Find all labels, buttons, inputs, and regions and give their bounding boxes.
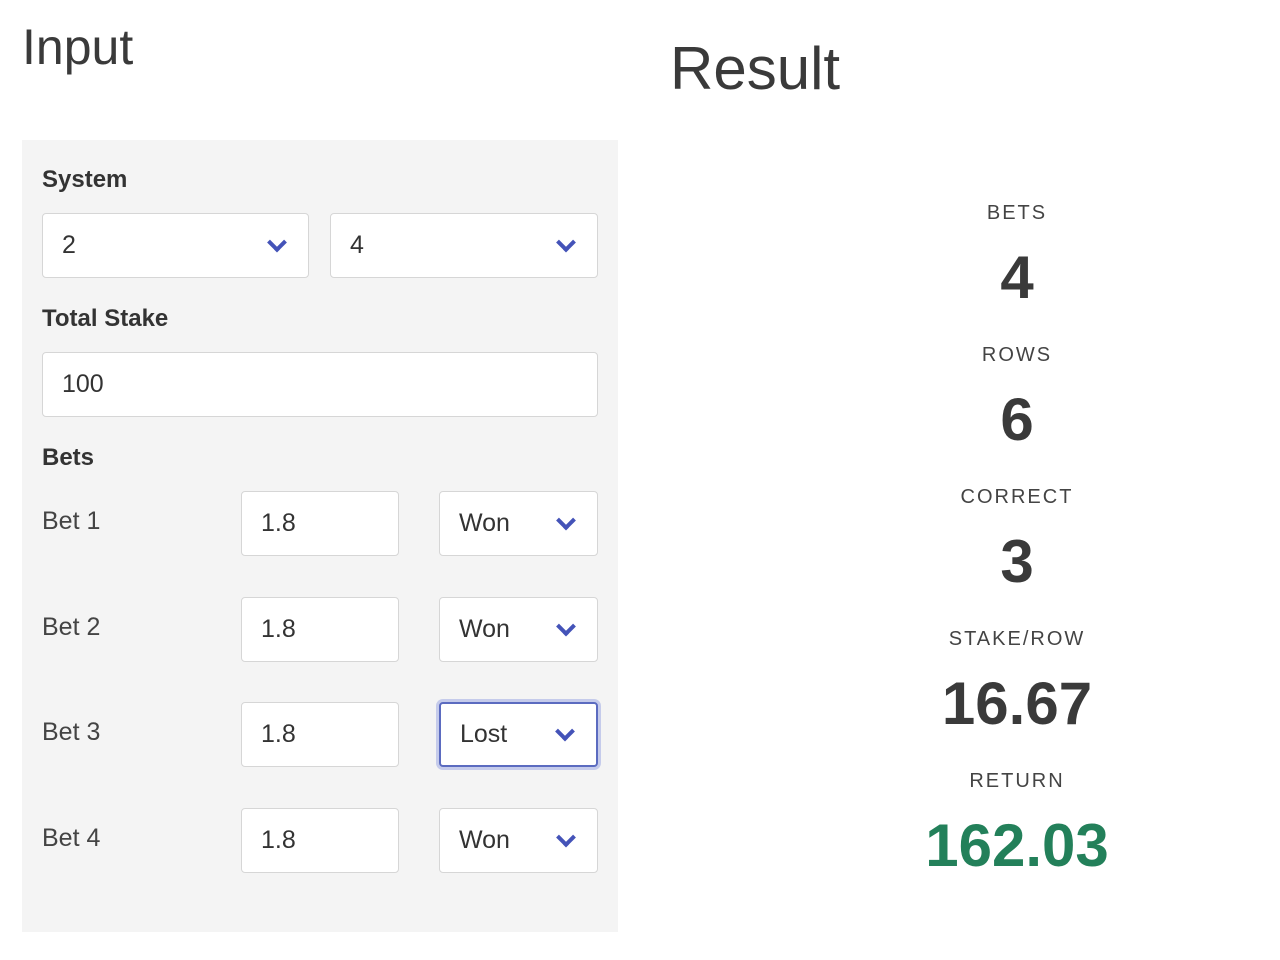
result-value: 162.03 [925,812,1109,879]
bet-odds-value: 1.8 [261,615,296,643]
bet-odds-input[interactable]: 1.8 [241,808,399,873]
bet-status-select[interactable]: Won [439,808,598,873]
total-stake-value: 100 [62,370,104,398]
bet-odds-input[interactable]: 1.8 [241,597,399,662]
system-select-min[interactable]: 2 [42,213,309,278]
result-value: 3 [1000,528,1034,595]
bet-odds-value: 1.8 [261,826,296,854]
bet-odds-value: 1.8 [261,509,296,537]
chevron-down-icon [556,616,576,636]
chevron-down-icon [555,721,575,741]
system-label: System [42,166,128,193]
total-stake-input[interactable]: 100 [42,352,598,417]
result-value: 16.67 [941,670,1093,737]
system-min-value: 2 [62,231,76,259]
bet-status-value: Won [459,826,510,854]
bet-odds-input[interactable]: 1.8 [241,491,399,556]
bet-status-value: Lost [460,720,508,748]
bet-status-select[interactable]: Won [439,491,598,556]
system-select-of[interactable]: 4 [330,213,598,278]
result-label: STAKE/ROW [948,628,1086,650]
system-of-value: 4 [350,231,364,259]
result-value: 4 [1000,244,1034,311]
bet-label: Bet 3 [42,718,101,746]
result-title: Result [670,35,841,102]
result-label: RETURN [969,770,1065,792]
result-value: 6 [1000,386,1034,453]
total-stake-label: Total Stake [42,305,169,332]
chevron-down-icon [267,232,287,252]
chevron-down-icon [556,827,576,847]
result-label: ROWS [981,344,1053,366]
chevron-down-icon [556,232,576,252]
bet-label: Bet 2 [42,613,101,641]
bet-label: Bet 4 [42,824,101,852]
bet-status-select[interactable]: Lost [439,702,598,767]
chevron-down-icon [556,510,576,530]
result-label: BETS [986,202,1048,224]
result-label: CORRECT [960,486,1074,508]
bet-odds-value: 1.8 [261,720,296,748]
bet-odds-input[interactable]: 1.8 [241,702,399,767]
bets-label: Bets [42,444,95,471]
bet-label: Bet 1 [42,507,101,535]
input-title: Input [22,19,134,75]
bet-status-value: Won [459,509,510,537]
bet-status-value: Won [459,615,510,643]
bet-status-select[interactable]: Won [439,597,598,662]
